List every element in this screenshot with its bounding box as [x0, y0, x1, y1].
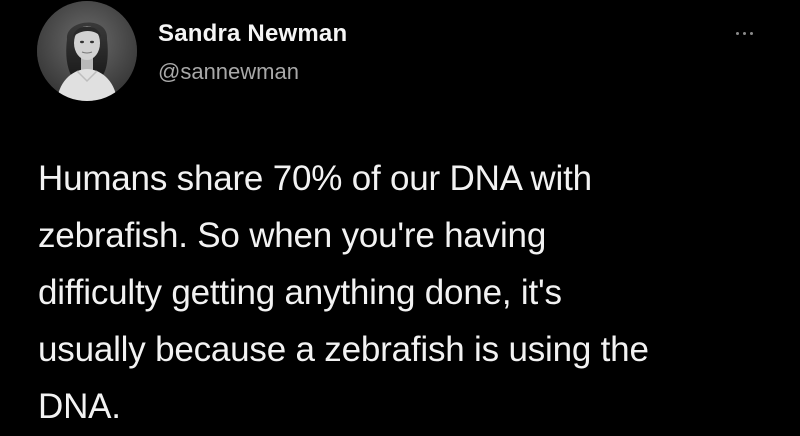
more-options-icon-dot [742, 31, 746, 35]
more-options-icon [735, 31, 739, 35]
avatar-photo-icon [37, 1, 137, 101]
avatar[interactable] [37, 1, 137, 101]
author-handle[interactable]: @sannewman [158, 59, 299, 85]
author-display-name[interactable]: Sandra Newman [158, 20, 347, 48]
tweet-text: Humans share 70% of our DNA with zebrafi… [38, 159, 649, 426]
tweet-card: Sandra Newman @sannewman Humans share 70… [0, 0, 800, 436]
more-options-icon-dot [749, 31, 753, 35]
more-options-button[interactable] [726, 23, 762, 43]
